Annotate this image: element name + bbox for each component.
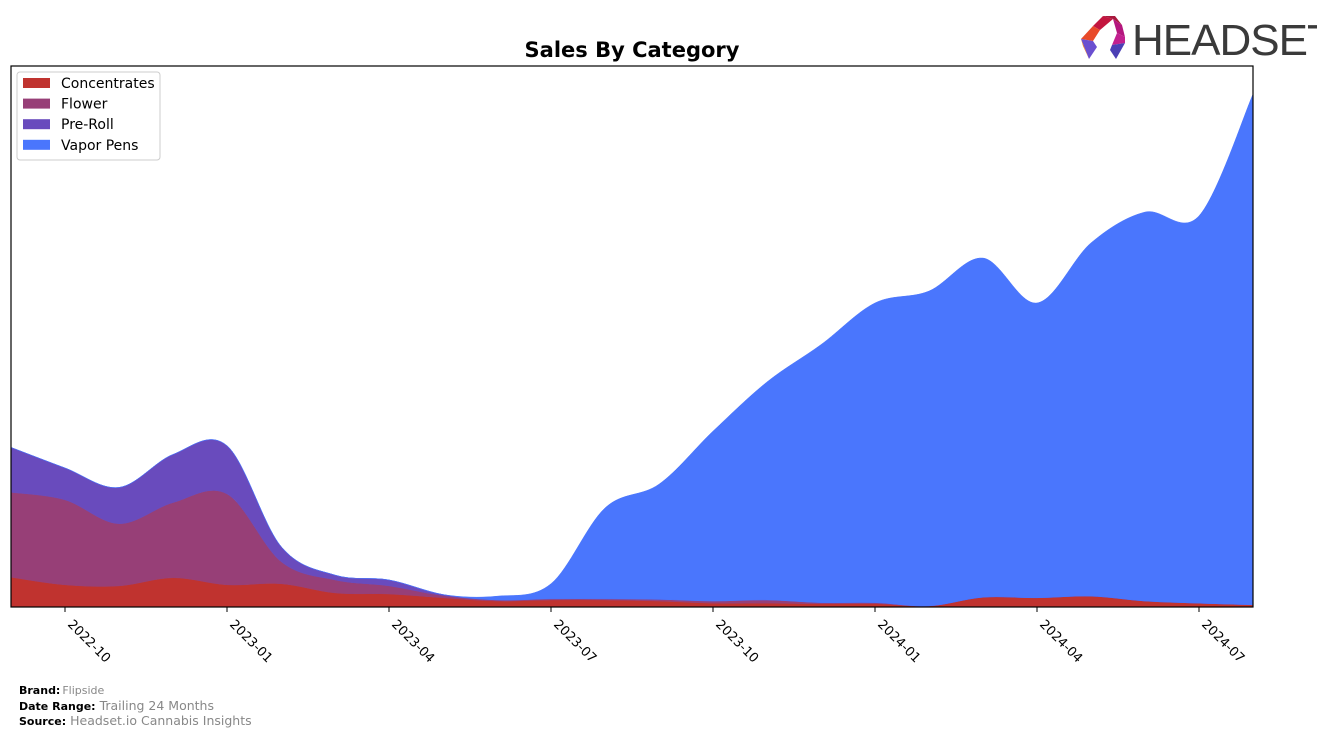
chart-title: Sales By Category: [525, 38, 740, 62]
footer-date-range: Date Range: Trailing 24 Months: [19, 698, 214, 714]
source-label: Source:: [19, 715, 67, 728]
legend-label: Pre-Roll: [61, 117, 114, 133]
date-range-value: Trailing 24 Months: [99, 698, 214, 713]
legend-swatch-flower: [23, 98, 50, 109]
footer-source: Source: Headset.io Cannabis Insights: [19, 713, 252, 729]
legend-swatch-concentrates: [23, 78, 50, 88]
legend-swatch-vapor-pens: [23, 139, 50, 150]
legend-swatch-pre-roll: [23, 119, 50, 130]
source-value: Headset.io Cannabis Insights: [70, 713, 252, 728]
sales-by-category-chart: Sales By Category 2022-10 2023-01 2023-04 2…: [10, 16, 1317, 666]
x-tick-label: 2023-10: [712, 617, 761, 666]
x-axis: 2022-10 2023-01 2023-04 2023-07 2023-10 2024-…: [64, 607, 1247, 666]
legend-label: Vapor Pens: [61, 138, 138, 154]
brand-value: Flipside: [62, 684, 105, 697]
x-tick-label: 2022-10: [64, 617, 113, 666]
date-range-label: Date Range:: [19, 700, 96, 713]
legend: Concentrates Flower Pre-Roll Vapor Pens: [16, 71, 161, 161]
brand-label: Brand:: [19, 684, 61, 697]
x-tick-label: 2024-07: [1198, 617, 1247, 666]
x-tick-label: 2024-01: [874, 617, 923, 666]
headset-logo: HEADSET: [1081, 16, 1317, 65]
x-tick-label: 2023-07: [550, 617, 599, 666]
legend-label: Flower: [61, 97, 108, 113]
legend-label: Concentrates: [61, 76, 155, 92]
footer-brand: Brand: Flipside: [19, 683, 104, 698]
x-tick-label: 2024-04: [1036, 617, 1085, 666]
x-tick-label: 2023-01: [226, 617, 275, 666]
headset-logo-text: HEADSET: [1132, 16, 1317, 65]
headset-logo-icon: [1081, 16, 1125, 59]
x-tick-label: 2023-04: [388, 617, 437, 666]
area-layers: [10, 94, 1254, 608]
